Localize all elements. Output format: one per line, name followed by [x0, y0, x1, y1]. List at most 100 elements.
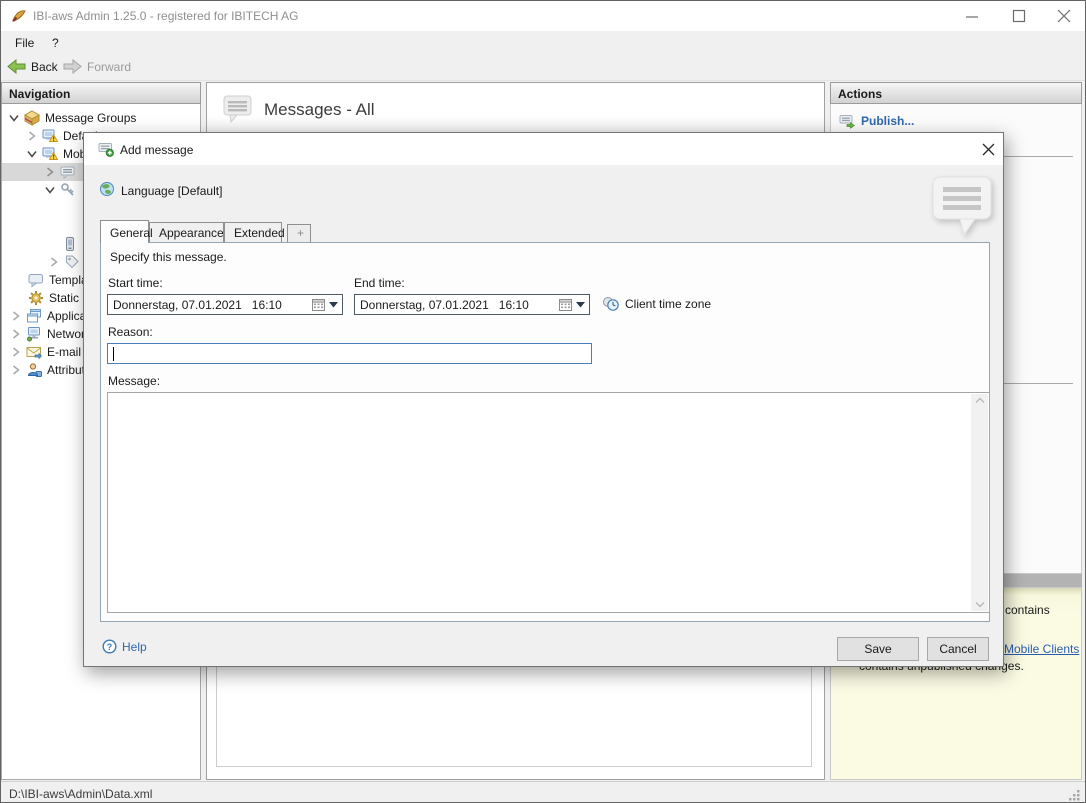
chevron-down-icon[interactable] — [22, 150, 42, 158]
message-group-warning-icon — [42, 128, 58, 144]
tree-item-label: E-mail — [47, 345, 82, 359]
toolbar — [1, 54, 1085, 81]
end-time-label: End time: — [354, 276, 405, 290]
menu-bar — [1, 31, 1085, 54]
page-title: Messages - All — [264, 100, 375, 119]
window-title: IBI-aws Admin 1.25.0 - registered for IB… — [33, 9, 299, 23]
time-zone-clocks-icon — [603, 297, 619, 311]
scroll-down-icon — [975, 602, 984, 608]
message-group-warning-icon — [42, 146, 58, 162]
add-message-icon — [98, 141, 114, 160]
message-scrollbar[interactable] — [971, 394, 988, 611]
start-time-value: Donnerstag, 07.01.2021 16:10 — [113, 297, 282, 312]
main-header: Messages - All — [207, 83, 824, 139]
tree-item-message-groups[interactable]: Message Groups — [2, 109, 200, 127]
back-label: Back — [31, 59, 58, 74]
globe-icon — [99, 181, 115, 200]
message-label: Message: — [108, 374, 161, 388]
template-icon — [28, 272, 44, 288]
add-message-dialog: Add message Language [Default] General A… — [83, 132, 1004, 667]
app-window: IBI-aws Admin 1.25.0 - registered for IB… — [0, 0, 1086, 803]
back-icon — [7, 59, 26, 74]
actions-header: Actions — [830, 82, 1082, 104]
save-button[interactable]: Save — [837, 637, 919, 661]
status-path: D:\IBI-aws\Admin\Data.xml — [9, 787, 153, 801]
dropdown-arrow-icon — [329, 301, 338, 307]
chevron-down-icon[interactable] — [4, 114, 24, 122]
messages-icon — [60, 164, 76, 180]
person-icon — [26, 362, 42, 378]
help-label: Help — [122, 639, 147, 654]
key-icon — [60, 182, 76, 198]
mobile-phone-icon — [62, 236, 78, 252]
app-icon — [11, 8, 27, 27]
reason-input[interactable] — [107, 343, 592, 364]
dialog-intro-text: Specify this message. — [110, 250, 227, 264]
note-text-fragment: contains — [1005, 603, 1050, 617]
close-button[interactable] — [1041, 1, 1085, 31]
end-time-picker[interactable]: Donnerstag, 07.01.2021 16:10 — [354, 294, 590, 315]
chevron-down-icon[interactable] — [40, 186, 60, 194]
start-time-picker[interactable]: Donnerstag, 07.01.2021 16:10 — [107, 294, 343, 315]
forward-label: Forward — [87, 59, 132, 74]
back-button[interactable]: Back — [7, 59, 58, 74]
calendar-icon — [559, 298, 572, 311]
gear-icon — [28, 290, 44, 306]
end-time-value: Donnerstag, 07.01.2021 16:10 — [360, 297, 529, 312]
message-bubble-watermark-icon — [930, 173, 994, 242]
message-groups-icon — [24, 110, 40, 126]
text-caret — [113, 347, 114, 361]
chevron-right-icon[interactable] — [6, 311, 26, 321]
svg-text:?: ? — [107, 642, 113, 652]
chevron-right-icon[interactable] — [22, 131, 42, 141]
dropdown-arrow-icon — [576, 301, 585, 307]
dialog-title-bar: Add message — [84, 133, 1003, 165]
tab-add-button[interactable]: + — [287, 224, 311, 242]
forward-button[interactable]: Forward — [63, 59, 131, 74]
dialog-title: Add message — [120, 143, 194, 157]
tab-extended[interactable]: Extended — [224, 222, 285, 242]
forward-icon — [63, 59, 82, 74]
chevron-right-icon[interactable] — [6, 365, 26, 375]
menu-help[interactable]: ? — [46, 34, 65, 52]
maximize-button[interactable] — [996, 1, 1041, 31]
help-icon: ? — [102, 639, 117, 654]
chevron-right-icon[interactable] — [44, 257, 64, 267]
status-bar: D:\IBI-aws\Admin\Data.xml — [1, 781, 1085, 802]
calendar-icon — [312, 298, 325, 311]
navigation-header: Navigation — [1, 82, 201, 104]
applications-icon — [26, 308, 42, 324]
minimize-icon — [965, 16, 978, 18]
tag-icon — [64, 254, 80, 270]
title-bar: IBI-aws Admin 1.25.0 - registered for IB… — [1, 1, 1085, 31]
chevron-right-icon[interactable] — [6, 347, 26, 357]
maximize-icon — [1012, 9, 1025, 23]
tab-general[interactable]: General — [100, 220, 153, 243]
language-label: Language [Default] — [121, 184, 223, 198]
publish-label: Publish... — [861, 114, 915, 128]
network-icon — [26, 326, 42, 342]
client-time-zone-button[interactable]: Client time zone — [602, 296, 711, 312]
help-link[interactable]: ? Help — [102, 639, 147, 654]
client-time-zone-label: Client time zone — [625, 297, 712, 311]
tab-appearance[interactable]: Appearance — [149, 222, 224, 242]
chevron-right-icon[interactable] — [6, 329, 26, 339]
publish-icon — [839, 115, 855, 129]
start-time-label: Start time: — [108, 276, 163, 290]
minimize-button[interactable] — [949, 1, 994, 31]
close-icon — [1057, 9, 1070, 23]
email-icon — [26, 344, 42, 360]
menu-file[interactable]: File — [9, 34, 40, 52]
publish-action[interactable]: Publish... — [839, 113, 914, 129]
resize-grip[interactable] — [1067, 788, 1081, 802]
mobile-clients-link[interactable]: Mobile Clients — [1004, 642, 1079, 656]
close-icon — [982, 143, 995, 156]
dialog-close-button[interactable] — [982, 143, 995, 159]
scroll-up-icon — [975, 397, 984, 403]
chevron-right-icon[interactable] — [40, 167, 60, 177]
messages-bubble-icon — [222, 93, 254, 128]
tree-item-label: Message Groups — [45, 111, 137, 125]
message-textarea[interactable] — [107, 392, 990, 613]
reason-label: Reason: — [108, 325, 153, 339]
cancel-button[interactable]: Cancel — [927, 637, 989, 661]
